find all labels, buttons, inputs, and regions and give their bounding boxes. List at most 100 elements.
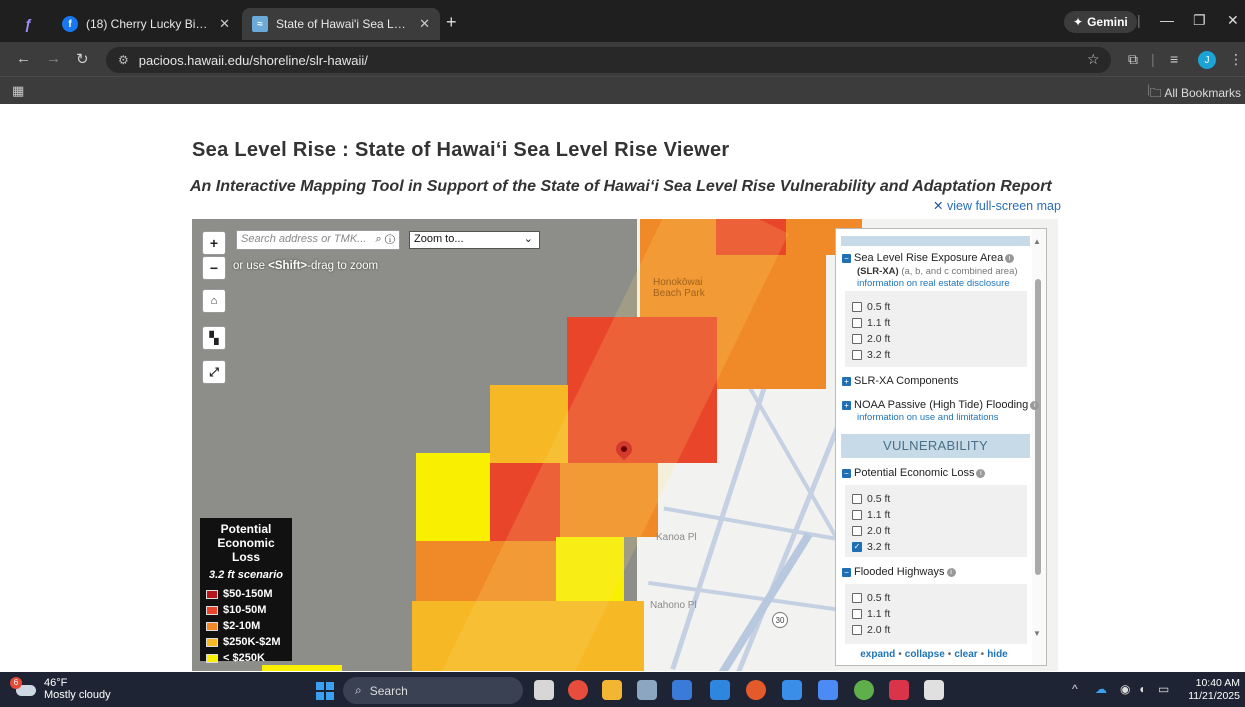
economic-option-3-2[interactable]: ✓ 3.2 ft [852, 541, 890, 553]
collapse-icon[interactable]: − [842, 468, 851, 478]
checkbox[interactable] [852, 350, 862, 360]
forward-icon[interactable]: → [46, 50, 61, 67]
info-icon[interactable]: i [1030, 400, 1040, 410]
economic-option-1-1[interactable]: 1.1 ft [852, 509, 890, 521]
basemap-button[interactable]: ▚ [202, 326, 226, 350]
profile-avatar[interactable]: J [1198, 51, 1216, 69]
scroll-up-icon[interactable]: ▲ [1033, 237, 1041, 246]
file-explorer-icon[interactable] [602, 680, 622, 700]
app-icon[interactable] [889, 680, 909, 700]
restore-icon[interactable]: ❐ [1193, 12, 1206, 29]
system-clock[interactable]: 10:40 AM 11/21/2025 [1186, 677, 1240, 703]
map-search-input[interactable]: Search address or TMK... ⌕ ⓘ [236, 230, 400, 250]
apps-grid-icon[interactable]: ▦ [12, 83, 24, 99]
exposure-option-3-2[interactable]: 3.2 ft [852, 349, 890, 361]
battery-icon[interactable]: ▭ [1158, 682, 1169, 696]
expand-link[interactable]: expand [860, 649, 895, 660]
app-icon[interactable] [854, 680, 874, 700]
exposure-option-2-0[interactable]: 2.0 ft [852, 333, 890, 345]
flooded-highways-section[interactable]: − Flooded Highways i [842, 566, 956, 578]
close-window-icon[interactable]: ✕ [1227, 12, 1239, 29]
clear-link[interactable]: clear [954, 649, 977, 660]
highways-option-1-1[interactable]: 1.1 ft [852, 608, 890, 620]
bookmark-star-icon[interactable]: ☆ [1087, 51, 1100, 68]
pinned-tab[interactable]: ƒ [8, 8, 48, 40]
task-view-icon[interactable] [534, 680, 554, 700]
checkbox[interactable] [852, 318, 862, 328]
tab-sea-level-rise[interactable]: ≈ State of Hawai'i Sea Level Rise ✕ [242, 8, 440, 40]
calculator-icon[interactable] [637, 680, 657, 700]
highways-option-2-0[interactable]: 2.0 ft [852, 624, 890, 636]
scroll-down-icon[interactable]: ▼ [1033, 629, 1041, 638]
new-tab-button[interactable]: + [446, 12, 457, 33]
hide-link[interactable]: hide [987, 649, 1008, 660]
exposure-option-1-1[interactable]: 1.1 ft [852, 317, 890, 329]
chrome-icon[interactable] [568, 680, 588, 700]
fullscreen-button[interactable]: ⤢ [202, 360, 226, 384]
info-icon[interactable]: i [1005, 253, 1015, 263]
checkbox[interactable] [852, 494, 862, 504]
weather-widget[interactable]: 6 46°F Mostly cloudy [10, 677, 111, 701]
economic-loss-section[interactable]: − Potential Economic Loss i [842, 467, 986, 479]
search-icon[interactable]: ⌕ [375, 233, 381, 245]
volume-icon[interactable]: ◖ [1138, 682, 1145, 696]
close-tab-icon[interactable]: ✕ [219, 16, 230, 32]
site-info-icon[interactable]: ⚙ [118, 53, 129, 67]
close-tab-icon[interactable]: ✕ [419, 16, 430, 32]
economic-option-2-0[interactable]: 2.0 ft [852, 525, 890, 537]
address-bar[interactable]: ⚙ pacioos.hawaii.edu/shoreline/slr-hawai… [106, 47, 1111, 73]
app-icon[interactable] [672, 680, 692, 700]
expand-icon[interactable]: + [842, 376, 851, 386]
checkbox-checked[interactable]: ✓ [852, 542, 862, 552]
taskbar-search[interactable]: ⌕ Search [343, 677, 523, 704]
panel-scroll-thumb[interactable] [1035, 279, 1041, 575]
vulnerability-header: VULNERABILITY [841, 434, 1030, 458]
gemini-button[interactable]: ✦ Gemini [1064, 11, 1137, 33]
collapse-icon[interactable]: − [842, 253, 851, 263]
info-icon[interactable]: ⓘ [385, 233, 395, 245]
menu-icon[interactable]: ⋮ [1229, 51, 1243, 68]
checkbox[interactable] [852, 609, 862, 619]
onedrive-icon[interactable]: ☁ [1095, 682, 1107, 696]
info-icon[interactable]: i [976, 468, 986, 478]
info-icon[interactable]: i [946, 567, 956, 577]
home-button[interactable]: ⌂ [202, 289, 226, 313]
app-icon[interactable] [782, 680, 802, 700]
checkbox[interactable] [852, 526, 862, 536]
highways-option-0-5[interactable]: 0.5 ft [852, 592, 890, 604]
reader-icon[interactable]: ⧉ [1128, 51, 1138, 68]
zoom-out-button[interactable]: − [202, 256, 226, 280]
expand-icon[interactable]: + [842, 400, 851, 410]
app-icon[interactable] [818, 680, 838, 700]
all-bookmarks-button[interactable]: 🗀 All Bookmarks [1150, 84, 1241, 105]
checkbox[interactable] [852, 593, 862, 603]
noaa-flooding-section[interactable]: + NOAA Passive (High Tide) Flooding i [842, 399, 1040, 411]
checkbox[interactable] [852, 302, 862, 312]
wifi-icon[interactable]: ◉ [1120, 682, 1130, 696]
zoom-to-select[interactable]: Zoom to... ⌄ [409, 231, 540, 249]
app-icon[interactable] [924, 680, 944, 700]
economic-option-0-5[interactable]: 0.5 ft [852, 493, 890, 505]
real-estate-disclosure-link[interactable]: information on real estate disclosure [857, 278, 1010, 289]
slr-xa-components-section[interactable]: + SLR-XA Components [842, 375, 959, 387]
back-icon[interactable]: ← [16, 50, 31, 67]
exposure-area-section[interactable]: − Sea Level Rise Exposure Area i [842, 252, 1015, 264]
outlook-icon[interactable] [710, 680, 730, 700]
tab-bingo[interactable]: f (18) Cherry Lucky Bingo at Aton ✕ [52, 8, 240, 40]
minimize-icon[interactable]: — [1160, 12, 1174, 28]
collapse-link[interactable]: collapse [905, 649, 945, 660]
chevron-up-icon[interactable]: ^ [1072, 682, 1078, 696]
fullscreen-map-link[interactable]: ✕ view full-screen map [933, 198, 1061, 213]
zoom-in-button[interactable]: + [202, 231, 226, 255]
exposure-option-0-5[interactable]: 0.5 ft [852, 301, 890, 313]
collapse-icon[interactable]: − [842, 567, 851, 577]
noaa-use-limitations-link[interactable]: information on use and limitations [857, 412, 999, 423]
checkbox[interactable] [852, 334, 862, 344]
checkbox[interactable] [852, 510, 862, 520]
reload-icon[interactable]: ↻ [76, 50, 89, 68]
app-icon[interactable] [746, 680, 766, 700]
reading-list-icon[interactable]: ≡ [1170, 51, 1178, 67]
page-title: Sea Level Rise : State of Hawai‘i Sea Le… [192, 139, 730, 161]
windows-start-icon[interactable] [316, 682, 334, 700]
checkbox[interactable] [852, 625, 862, 635]
